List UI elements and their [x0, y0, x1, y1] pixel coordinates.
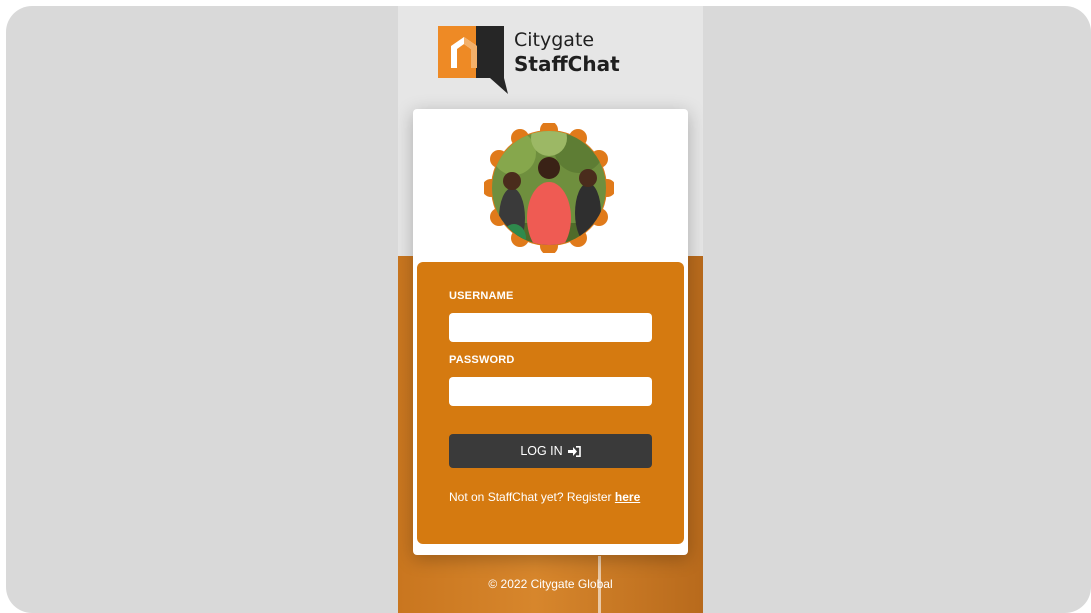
password-input[interactable]	[449, 377, 652, 406]
login-form: USERNAME PASSWORD LOG IN Not on StaffCha…	[417, 262, 684, 544]
login-button-label: LOG IN	[520, 444, 563, 458]
password-label: PASSWORD	[449, 354, 515, 366]
logo-text-staffchat: StaffChat	[514, 52, 620, 76]
login-button[interactable]: LOG IN	[449, 434, 652, 468]
citygate-staffchat-logo: Citygate StaffChat	[438, 24, 628, 96]
team-photo	[484, 123, 614, 253]
register-prompt: Not on StaffChat yet? Register here	[449, 490, 640, 504]
username-input[interactable]	[449, 313, 652, 342]
mobile-viewport: Citygate StaffChat USERNAME PASSWORD LOG…	[398, 6, 703, 613]
footer-copyright: © 2022 Citygate Global	[488, 577, 613, 591]
username-label: USERNAME	[449, 290, 514, 302]
logo-mark-icon	[438, 26, 508, 94]
login-card: USERNAME PASSWORD LOG IN Not on StaffCha…	[413, 109, 688, 555]
logo-text-citygate: Citygate	[514, 29, 595, 51]
register-prompt-text: Not on StaffChat yet? Register	[449, 490, 612, 504]
register-link[interactable]: here	[615, 490, 640, 504]
sign-in-icon	[567, 445, 581, 457]
screen-frame: Citygate StaffChat USERNAME PASSWORD LOG…	[6, 6, 1091, 613]
